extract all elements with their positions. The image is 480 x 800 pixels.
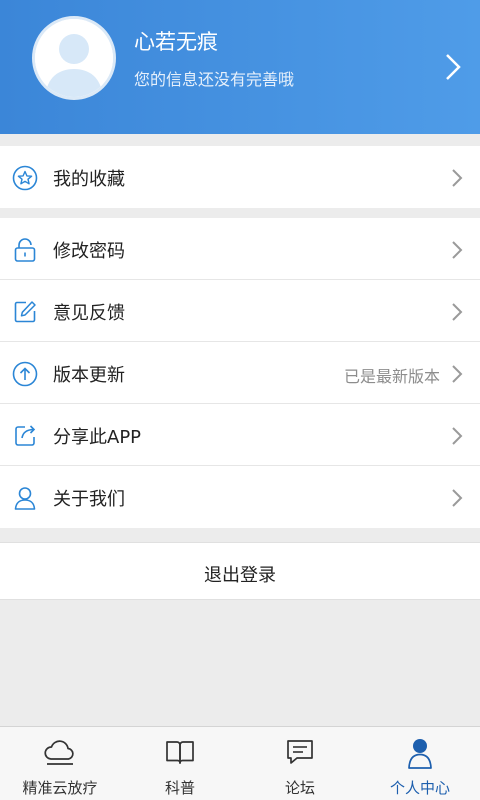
menu-item-label: 意见反馈 [53,303,125,324]
chevron-right-icon [452,427,463,445]
profile-incomplete-hint: 您的信息还没有完善哦 [134,70,295,89]
menu-item-label: 版本更新 [53,365,125,386]
tab-science[interactable]: 科普 [120,727,240,800]
tab-forum[interactable]: 论坛 [240,727,360,800]
settings-section: 修改密码 意见反馈 版本更新 已是最新版本 分享此APP 关于我们 [0,218,480,528]
tab-personal-center[interactable]: 个人中心 [360,727,480,800]
menu-item-version-update[interactable]: 版本更新 已是最新版本 [0,342,480,404]
favorites-section: 我的收藏 [0,146,480,208]
chevron-right-icon [452,169,463,187]
menu-item-label: 分享此APP [53,427,142,448]
chevron-right-icon [452,365,463,383]
tab-label: 科普 [164,779,195,797]
menu-item-favorites[interactable]: 我的收藏 [0,146,480,208]
logout-label: 退出登录 [204,565,276,586]
version-status: 已是最新版本 [343,367,440,386]
user-name: 心若无痕 [134,30,218,54]
edit-icon [14,301,36,323]
menu-item-label: 修改密码 [53,241,125,262]
avatar[interactable] [32,16,116,100]
profile-header[interactable]: 心若无痕 您的信息还没有完善哦 [0,0,480,134]
person-icon [408,739,432,769]
cloud-icon [44,740,74,765]
user-icon [14,487,36,510]
upload-icon [12,361,38,387]
chevron-right-icon [452,489,463,507]
lock-icon [14,238,36,262]
menu-item-feedback[interactable]: 意见反馈 [0,280,480,342]
chat-icon [287,740,313,764]
chevron-right-icon [452,241,463,259]
menu-item-label: 关于我们 [53,489,125,510]
book-icon [166,741,194,764]
share-icon [15,425,36,446]
menu-item-share-app[interactable]: 分享此APP [0,404,480,466]
menu-item-label: 我的收藏 [53,169,125,190]
tab-label: 精准云放疗 [22,779,98,797]
avatar-placeholder-icon [35,19,113,97]
menu-item-change-password[interactable]: 修改密码 [0,218,480,280]
tab-precision-cloud-radiotherapy[interactable]: 精准云放疗 [0,727,120,800]
logout-button[interactable]: 退出登录 [0,542,480,600]
chevron-right-icon [446,54,461,80]
menu-item-about-us[interactable]: 关于我们 [0,466,480,528]
bottom-tab-bar: 精准云放疗 科普 论坛 个人中心 [0,726,480,800]
star-icon [12,165,38,191]
chevron-right-icon [452,303,463,321]
tab-label: 个人中心 [389,779,450,797]
tab-label: 论坛 [284,779,315,797]
